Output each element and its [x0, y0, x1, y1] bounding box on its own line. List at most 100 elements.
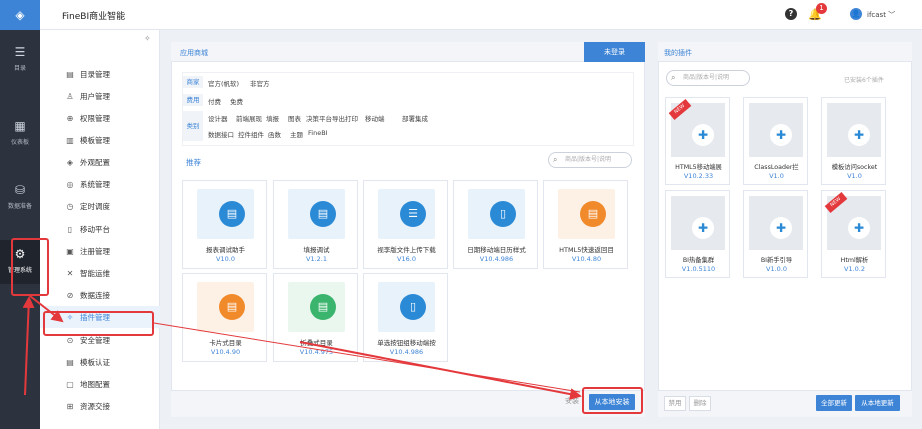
menu-item-clock[interactable]: ◷ 定时调度 — [40, 195, 160, 217]
rail-item-data-prep[interactable]: ⛁ 数据准备 — [0, 176, 40, 220]
plugin-thumbnail: ▯ — [468, 189, 525, 239]
plugin-card[interactable]: ▤ 报表调试助手 V10.0 — [182, 180, 267, 269]
menu-item-map[interactable]: ▢ 地图配置 — [40, 373, 160, 395]
app-logo[interactable]: ◈ — [0, 0, 40, 30]
new-badge: NEW — [824, 191, 848, 214]
rail-item-dashboard[interactable]: ▦ 仪表板 — [0, 112, 40, 156]
installed-plugin-card[interactable]: ✚ 模板访问socket V1.0 — [821, 97, 886, 185]
installed-plugin-card[interactable]: ✚ ClassLoader拦 V1.0 — [743, 97, 808, 185]
menu-item-user[interactable]: ♙ 用户管理 — [40, 85, 160, 107]
plugin-card[interactable]: ☰ 视李版文件上传下载 V16.0 — [363, 180, 448, 269]
delete-button[interactable]: 删除 — [689, 396, 711, 411]
cert-icon: ▤ — [66, 357, 74, 367]
app-title: FineBI商业智能 — [62, 12, 126, 22]
plugin-name: HTML5移动端展 — [675, 164, 722, 171]
menu-item-label: 目录管理 — [80, 69, 110, 79]
menu-item-catalog[interactable]: ▤ 目录管理 — [40, 63, 160, 85]
filter-option[interactable]: 部署集成 — [402, 113, 428, 123]
menu-item-label: 模板管理 — [80, 135, 110, 145]
filter-option[interactable]: 前端展现 — [236, 113, 262, 123]
plugin-thumbnail: ▤ — [288, 282, 345, 332]
login-button[interactable]: 未登录 — [584, 42, 645, 62]
rail-label: 仪表板 — [10, 139, 29, 146]
plugin-icon: ▤ — [310, 294, 336, 320]
installed-plugin-card[interactable]: ✚ NEW Html解析 V1.0.2 — [821, 190, 886, 278]
menu-item-label: 智能运维 — [80, 268, 110, 278]
plugin-version: V10.4.90 — [210, 348, 241, 356]
plugin-thumbnail: ✚ — [671, 196, 725, 250]
plugin-thumbnail: ☰ — [378, 189, 435, 239]
filter-option[interactable]: 主题 — [290, 129, 303, 139]
plugin-thumbnail: ▯ — [378, 282, 435, 332]
filter-option[interactable]: 数据接口 — [208, 129, 234, 139]
diamond-logo-icon: ◈ — [15, 8, 25, 22]
plugin-card[interactable]: ▤ 填报调试 V1.2.1 — [273, 180, 358, 269]
pin-icon[interactable]: ✧ — [144, 34, 151, 43]
plugin-name: 报表调试助手 — [206, 246, 245, 254]
plugin-icon: ▯ — [490, 201, 516, 227]
puzzle-icon: ✚ — [848, 217, 870, 239]
store-search-placeholder: 商品|版本号|说明 — [565, 156, 612, 163]
plugin-card[interactable]: ▤ HTML5快速返回目 V10.4.80 — [543, 180, 628, 269]
store-search-input[interactable]: ⌕ 商品|版本号|说明 — [548, 152, 632, 168]
plugin-card[interactable]: ▤ 卡片式目录 V10.4.90 — [182, 273, 267, 362]
help-icon[interactable]: ? — [785, 8, 797, 20]
filter-option[interactable]: 填报 — [266, 113, 279, 123]
plugin-card[interactable]: ▯ 日期移动端日历样式 V10.4.986 — [453, 180, 538, 269]
plugin-version: V1.0.0 — [766, 265, 787, 273]
username[interactable]: ifcast ﹀ — [867, 10, 895, 20]
rail-item-catalog[interactable]: ☰ 目录 — [0, 38, 40, 82]
plugin-thumbnail: ✚ NEW — [668, 98, 725, 157]
filter-option[interactable]: 官方(帆软) — [208, 78, 239, 88]
filter-option[interactable]: 移动端 — [365, 113, 385, 123]
plugin-icon: ▯ — [400, 294, 426, 320]
local-update-button[interactable]: 从本地更新 — [855, 395, 900, 411]
avatar[interactable]: 👤 — [850, 8, 862, 20]
menu-item-label: 数据连接 — [80, 290, 110, 300]
palette-icon: ◈ — [66, 157, 74, 167]
filter-option[interactable]: 付费 — [208, 96, 221, 106]
plugin-name: 模板访问socket — [831, 164, 878, 171]
menu-item-palette[interactable]: ◈ 外观配置 — [40, 151, 160, 173]
menu-item-settings[interactable]: ◎ 系统管理 — [40, 173, 160, 195]
menu-item-link[interactable]: ⊘ 数据连接 — [40, 284, 160, 306]
plugin-version: V1.0 — [769, 172, 784, 180]
update-all-button[interactable]: 全部更新 — [816, 395, 852, 411]
plugin-card[interactable]: ▯ 单选按钮组移动端按 V10.4.986 — [363, 273, 448, 362]
menu-item-exchange[interactable]: ⊞ 资源交接 — [40, 395, 160, 417]
disable-button[interactable]: 禁用 — [664, 396, 686, 411]
filter-option[interactable]: 图表 — [288, 113, 301, 123]
filter-option[interactable]: 免费 — [230, 96, 243, 106]
plugin-card[interactable]: ▤ 折叠式目录 V10.4.975 — [273, 273, 358, 362]
menu-item-cert[interactable]: ▤ 模板认证 — [40, 351, 160, 373]
menu-item-label: 用户管理 — [80, 91, 110, 101]
install-button[interactable]: 安装 — [565, 396, 579, 406]
plugin-thumbnail: ✚ — [749, 103, 803, 157]
plugin-version: V1.2.1 — [306, 255, 327, 263]
plugin-version: V10.4.80 — [571, 255, 602, 263]
filter-option[interactable]: 导出打印 — [332, 113, 358, 123]
menu-item-lock[interactable]: ⊕ 权限管理 — [40, 107, 160, 129]
rail-label: 目录 — [13, 65, 26, 72]
installed-plugin-card[interactable]: ✚ BI新手引导 V1.0.0 — [743, 190, 808, 278]
plugin-thumbnail: ✚ — [749, 196, 803, 250]
menu-item-label: 系统管理 — [80, 179, 110, 189]
plugin-version: V1.0.2 — [844, 265, 865, 273]
filter-option[interactable]: 设计器 — [208, 113, 228, 123]
filter-option[interactable]: 控件组件 — [238, 129, 264, 139]
filter-option[interactable]: 决策平台 — [306, 113, 332, 123]
filter-option[interactable]: 函数 — [268, 129, 281, 139]
menu-item-register[interactable]: ▣ 注册管理 — [40, 240, 160, 262]
plugin-name: 单选按钮组移动端按 — [377, 339, 436, 347]
menu-item-template[interactable]: ▥ 模板管理 — [40, 129, 160, 151]
recommend-label: 推荐 — [186, 158, 201, 167]
plugin-name: Html解析 — [840, 257, 869, 264]
menu-item-ops[interactable]: ✕ 智能运维 — [40, 262, 160, 284]
my-plugins-search-input[interactable]: ⌕ 商品|版本号|说明 — [666, 70, 750, 86]
filter-option[interactable]: FineBI — [308, 129, 328, 137]
installed-plugin-card[interactable]: ✚ NEW HTML5移动端展 V10.2.33 — [665, 97, 730, 185]
menu-item-mobile[interactable]: ▯ 移动平台 — [40, 218, 160, 240]
filter-option[interactable]: 非官方 — [250, 78, 270, 88]
exchange-icon: ⊞ — [66, 401, 74, 411]
installed-plugin-card[interactable]: ✚ BI热备集群 V1.0.5110 — [665, 190, 730, 278]
